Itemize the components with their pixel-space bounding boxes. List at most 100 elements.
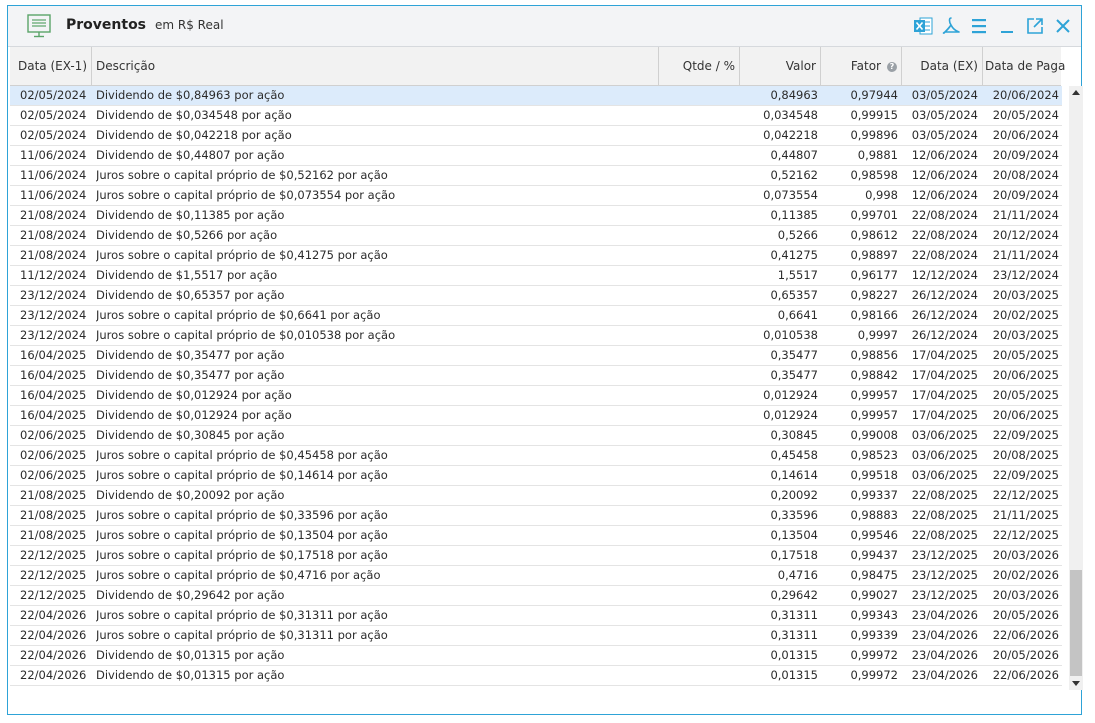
cell-data-ex: 22/08/2024 — [911, 228, 978, 242]
cell-valor: 0,41275 — [770, 248, 818, 262]
cell-valor: 0,31311 — [770, 608, 818, 622]
table-row[interactable]: 22/12/2025 Juros sobre o capital próprio … — [10, 566, 1062, 586]
menu-button[interactable] — [969, 16, 989, 36]
cell-data-ex1: 21/08/2024 — [20, 228, 87, 242]
cell-data-pagamento: 20/05/2025 — [992, 388, 1059, 402]
cell-data-ex1: 16/04/2025 — [20, 408, 87, 422]
scroll-up-icon[interactable] — [1072, 90, 1080, 95]
monitor-document-icon — [27, 14, 51, 38]
close-icon — [1056, 19, 1070, 33]
cell-fator: 0,9881 — [857, 148, 898, 162]
table-row[interactable]: 02/05/2024 Dividendo de $0,034548 por açã… — [10, 106, 1062, 126]
table-row[interactable]: 16/04/2025 Dividendo de $0,35477 por ação… — [10, 346, 1062, 366]
cell-data-ex1: 22/04/2026 — [20, 608, 87, 622]
table-row[interactable]: 16/04/2025 Dividendo de $0,012924 por açã… — [10, 406, 1062, 426]
cell-data-ex1: 22/04/2026 — [20, 628, 87, 642]
cell-data-ex1: 21/08/2025 — [20, 488, 87, 502]
cell-fator: 0,98856 — [850, 348, 898, 362]
scrollbar-thumb[interactable] — [1070, 570, 1082, 676]
table-row[interactable]: 22/04/2026 Juros sobre o capital próprio … — [10, 626, 1062, 646]
table-row[interactable]: 21/08/2024 Dividendo de $0,5266 por ação 0… — [10, 226, 1062, 246]
cell-data-ex: 22/08/2024 — [911, 208, 978, 222]
cell-fator: 0,99915 — [850, 108, 898, 122]
cell-valor: 0,012924 — [763, 388, 818, 402]
cell-data-ex1: 21/08/2025 — [20, 528, 87, 542]
col-header-data-ex1[interactable]: Data (EX-1) — [10, 47, 92, 85]
cell-data-pagamento: 20/05/2024 — [992, 108, 1059, 122]
table-row[interactable]: 22/04/2026 Dividendo de $0,01315 por ação… — [10, 666, 1062, 686]
cell-data-ex: 23/12/2025 — [911, 568, 978, 582]
table-row[interactable]: 21/08/2025 Dividendo de $0,20092 por ação… — [10, 486, 1062, 506]
cell-descricao: Dividendo de $0,11385 por ação — [96, 208, 285, 222]
cell-valor: 0,30845 — [770, 428, 818, 442]
table-row[interactable]: 23/12/2024 Juros sobre o capital próprio … — [10, 306, 1062, 326]
cell-fator: 0,99027 — [850, 588, 898, 602]
cell-valor: 0,4716 — [777, 568, 818, 582]
cell-valor: 0,6641 — [777, 308, 818, 322]
cell-data-ex: 03/06/2025 — [911, 448, 978, 462]
currency-subtitle: em R$ Real — [155, 18, 224, 32]
cell-descricao: Juros sobre o capital próprio de $0,0105… — [96, 328, 396, 342]
cell-fator: 0,99957 — [850, 388, 898, 402]
minimize-button[interactable] — [997, 16, 1017, 36]
table-row[interactable]: 11/06/2024 Juros sobre o capital próprio … — [10, 166, 1062, 186]
col-header-data-pagamento[interactable]: Data de Paga — [983, 47, 1065, 85]
table-row[interactable]: 22/12/2025 Dividendo de $0,29642 por ação… — [10, 586, 1062, 606]
cell-data-ex1: 02/06/2025 — [20, 448, 87, 462]
table-row[interactable]: 02/06/2025 Dividendo de $0,30845 por ação… — [10, 426, 1062, 446]
table-row[interactable]: 11/06/2024 Juros sobre o capital próprio … — [10, 186, 1062, 206]
vertical-scrollbar[interactable] — [1069, 86, 1083, 690]
popout-button[interactable] — [1025, 16, 1045, 36]
table-row[interactable]: 21/08/2024 Dividendo de $0,11385 por ação… — [10, 206, 1062, 226]
table-row[interactable]: 22/12/2025 Juros sobre o capital próprio … — [10, 546, 1062, 566]
col-header-fator[interactable]: Fator? — [821, 47, 902, 85]
table-header: Data (EX-1) Descrição Qtde / % Valor Fat… — [10, 47, 1065, 86]
cell-valor: 0,073554 — [763, 188, 818, 202]
cell-data-ex: 17/04/2025 — [911, 408, 978, 422]
cell-fator: 0,98598 — [850, 168, 898, 182]
table-row[interactable]: 02/05/2024 Dividendo de $0,84963 por ação… — [10, 86, 1062, 106]
table-row[interactable]: 21/08/2025 Juros sobre o capital próprio … — [10, 526, 1062, 546]
cell-data-ex1: 02/05/2024 — [20, 108, 87, 122]
cell-descricao: Dividendo de $0,5266 por ação — [96, 228, 278, 242]
help-icon[interactable]: ? — [887, 61, 897, 72]
cell-data-pagamento: 20/09/2024 — [992, 188, 1059, 202]
table-row[interactable]: 21/08/2024 Juros sobre o capital próprio … — [10, 246, 1062, 266]
table-row[interactable]: 11/12/2024 Dividendo de $1,5517 por ação 1… — [10, 266, 1062, 286]
col-header-valor[interactable]: Valor — [740, 47, 821, 85]
table-row[interactable]: 22/04/2026 Juros sobre o capital próprio … — [10, 606, 1062, 626]
cell-fator: 0,98883 — [850, 508, 898, 522]
col-header-data-ex[interactable]: Data (EX) — [902, 47, 983, 85]
table-row[interactable]: 23/12/2024 Juros sobre o capital próprio … — [10, 326, 1062, 346]
table-row[interactable]: 02/06/2025 Juros sobre o capital próprio … — [10, 466, 1062, 486]
cell-descricao: Dividendo de $0,012924 por ação — [96, 388, 292, 402]
cell-valor: 0,29642 — [770, 588, 818, 602]
table-row[interactable]: 23/12/2024 Dividendo de $0,65357 por ação… — [10, 286, 1062, 306]
cell-valor: 0,45458 — [770, 448, 818, 462]
scroll-down-icon[interactable] — [1072, 681, 1080, 686]
cell-data-pagamento: 22/09/2025 — [992, 428, 1059, 442]
col-header-descricao[interactable]: Descrição — [92, 47, 659, 85]
cell-descricao: Dividendo de $0,35477 por ação — [96, 348, 285, 362]
cell-fator: 0,96177 — [850, 268, 898, 282]
cell-data-pagamento: 20/05/2025 — [992, 348, 1059, 362]
table-row[interactable]: 02/06/2025 Juros sobre o capital próprio … — [10, 446, 1062, 466]
close-button[interactable] — [1053, 16, 1073, 36]
table-row[interactable]: 22/04/2026 Dividendo de $0,01315 por ação… — [10, 646, 1062, 666]
toolbar — [913, 15, 1073, 37]
cell-data-ex1: 02/06/2025 — [20, 468, 87, 482]
col-header-descricao-label: Descrição — [96, 59, 156, 73]
cell-data-ex1: 21/08/2024 — [20, 208, 87, 222]
table-row[interactable]: 16/04/2025 Dividendo de $0,35477 por ação… — [10, 366, 1062, 386]
pdf-export-button[interactable] — [941, 16, 961, 36]
table-row[interactable]: 21/08/2025 Juros sobre o capital próprio … — [10, 506, 1062, 526]
table-row[interactable]: 16/04/2025 Dividendo de $0,012924 por açã… — [10, 386, 1062, 406]
col-header-qtde[interactable]: Qtde / % — [659, 47, 740, 85]
excel-export-button[interactable] — [913, 16, 933, 36]
cell-valor: 0,35477 — [770, 348, 818, 362]
cell-valor: 0,33596 — [770, 508, 818, 522]
cell-data-ex1: 23/12/2024 — [20, 308, 87, 322]
table-row[interactable]: 11/06/2024 Dividendo de $0,44807 por ação… — [10, 146, 1062, 166]
table-row[interactable]: 02/05/2024 Dividendo de $0,042218 por açã… — [10, 126, 1062, 146]
cell-data-ex1: 02/06/2025 — [20, 428, 87, 442]
